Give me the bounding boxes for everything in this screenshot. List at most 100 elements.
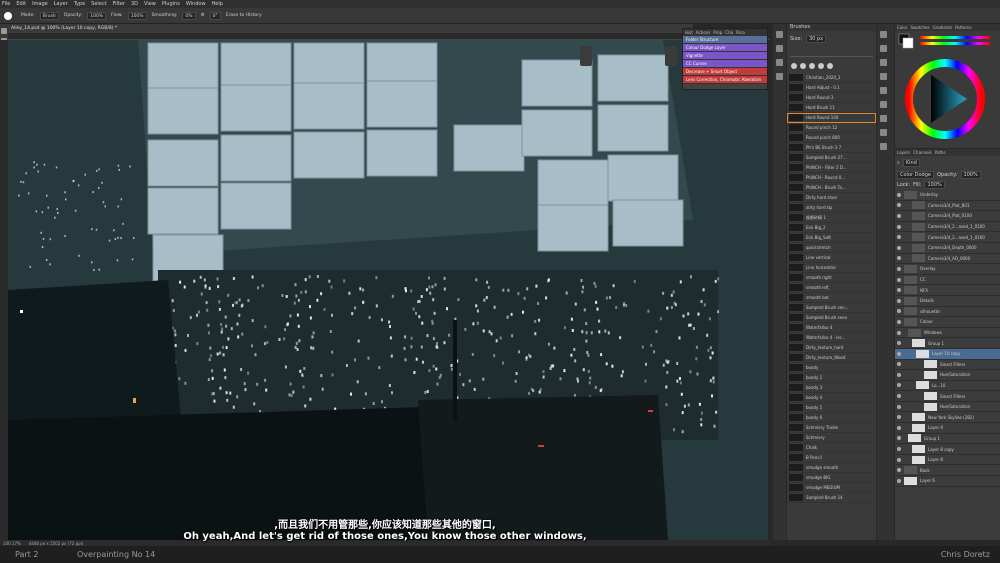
layer-opacity-field[interactable]: 100% xyxy=(960,171,981,179)
visibility-eye-icon[interactable] xyxy=(897,277,901,282)
layer-row[interactable]: Camera3/4_Plat_0100 xyxy=(895,211,1000,222)
menu-item-type[interactable]: Type xyxy=(74,1,85,7)
action-item[interactable]: Folder Structure xyxy=(683,36,767,44)
navigator-widget[interactable] xyxy=(665,46,677,66)
layer-row[interactable]: Smart Filters xyxy=(895,391,1000,402)
brush-preset-item[interactable]: PhiNCH - Round 0... xyxy=(787,173,876,183)
visibility-eye-icon[interactable] xyxy=(897,383,901,388)
menu-item-select[interactable]: Select xyxy=(91,1,106,7)
brush-preset-item[interactable]: Schmiery xyxy=(787,433,876,443)
brush-preset-item[interactable]: Schmiery Tradie xyxy=(787,423,876,433)
visibility-eye-icon[interactable] xyxy=(897,372,901,377)
navigator-widget[interactable] xyxy=(580,46,592,66)
brush-preset-item[interactable]: boody 6 xyxy=(787,413,876,423)
layer-row[interactable]: Layer 9 xyxy=(895,423,1000,434)
tab-hist[interactable]: Hist xyxy=(685,30,693,35)
tab-actions[interactable]: Actions xyxy=(696,30,711,35)
brush-preset-item[interactable]: Line vertical xyxy=(787,253,876,263)
visibility-eye-icon[interactable] xyxy=(897,224,901,229)
action-item[interactable]: Colour Dodge Layer xyxy=(683,44,767,52)
brush-preset-item[interactable]: Waterfallso 4 - ler... xyxy=(787,333,876,343)
menu-item-filter[interactable]: Filter xyxy=(113,1,125,7)
layer-filter-field[interactable]: Kind xyxy=(902,159,920,167)
brush-tip-icon[interactable] xyxy=(800,63,806,69)
layer-row[interactable]: Camera3/4_2...ased_1_0100 xyxy=(895,222,1000,233)
menu-item-3d[interactable]: 3D xyxy=(131,1,138,7)
brush-preset-item[interactable]: smudge BIG xyxy=(787,473,876,483)
brush-preset-item[interactable]: dirty hard tip xyxy=(787,203,876,213)
brush-preset-item[interactable]: Round pinch 800 xyxy=(787,133,876,143)
document-tab[interactable]: Alley_14.psd @ 100% (Layer 10 copy, RGB/… xyxy=(8,24,693,33)
action-item[interactable]: CC Curves xyxy=(683,60,767,68)
layer-row[interactable]: Overlay xyxy=(895,264,1000,275)
history-icon[interactable] xyxy=(776,45,783,52)
brush-preset-item[interactable]: Dirty hard shoe xyxy=(787,193,876,203)
tab-prop[interactable]: Prop xyxy=(713,30,722,35)
layer-row[interactable]: NFX xyxy=(895,285,1000,296)
layer-row[interactable]: Windows xyxy=(895,328,1000,339)
layer-row[interactable]: Details xyxy=(895,296,1000,307)
channels-icon[interactable] xyxy=(776,73,783,80)
tab-patterns[interactable]: Patterns xyxy=(955,25,971,30)
layer-row[interactable]: silhouette xyxy=(895,307,1000,318)
smoothing-field[interactable]: 0% xyxy=(182,11,196,20)
brush-preset-item[interactable]: smudge MEDIUM xyxy=(787,483,876,493)
brush-preset-item[interactable]: boody 3 xyxy=(787,383,876,393)
brush-preset-item[interactable]: Sampled Brush sen... xyxy=(787,303,876,313)
brush-preset-item[interactable]: quickstretch xyxy=(787,243,876,253)
visibility-eye-icon[interactable] xyxy=(897,245,901,250)
layer-row[interactable]: Group 1 xyxy=(895,338,1000,349)
brush-preset-item[interactable]: Hard Round 3 xyxy=(787,93,876,103)
brush-preset-item[interactable]: Sampled Brush 27... xyxy=(787,153,876,163)
menu-item-window[interactable]: Window xyxy=(186,1,206,7)
erase-to-history-checkbox[interactable]: Erase to History xyxy=(226,13,262,18)
layer-row[interactable]: Hue/Saturation xyxy=(895,402,1000,413)
flow-field[interactable]: 100% xyxy=(127,11,147,20)
visibility-eye-icon[interactable] xyxy=(897,362,901,367)
brush-preset-item[interactable]: boody 4 xyxy=(787,393,876,403)
brush-preset-item[interactable]: smooth left xyxy=(787,283,876,293)
brush-tip-icon[interactable] xyxy=(827,63,833,69)
layer-row[interactable]: Back xyxy=(895,465,1000,477)
layer-fill-field[interactable]: 100% xyxy=(924,181,945,189)
brush-preset-item[interactable]: PhiNCH - Brush Ta... xyxy=(787,183,876,193)
brush-preset-item[interactable]: Christian_2020_2 xyxy=(787,73,876,83)
layer-row[interactable]: Camera3/4_Depth_0000 xyxy=(895,243,1000,254)
visibility-eye-icon[interactable] xyxy=(897,478,901,483)
layer-row[interactable]: Smart Filters xyxy=(895,360,1000,371)
brush-tip-icon[interactable] xyxy=(791,63,797,69)
tab-swatches[interactable]: Swatches xyxy=(910,25,929,30)
pen-icon[interactable] xyxy=(880,115,887,122)
tab-color[interactable]: Color xyxy=(897,25,907,30)
action-item[interactable]: Vignette xyxy=(683,52,767,60)
layer-row[interactable]: Layer 8 xyxy=(895,455,1000,466)
brush-tip-icon[interactable] xyxy=(818,63,824,69)
brush-size-field[interactable]: 30 px xyxy=(805,35,827,43)
brush-preset-item[interactable]: boody 2 xyxy=(787,373,876,383)
properties-icon[interactable] xyxy=(776,59,783,66)
layer-row[interactable]: Layer 6 xyxy=(895,476,1000,487)
visibility-eye-icon[interactable] xyxy=(897,298,901,303)
visibility-eye-icon[interactable] xyxy=(897,319,901,324)
hand-icon[interactable] xyxy=(880,45,887,52)
brush-size-slider[interactable] xyxy=(790,49,873,57)
menu-item-layer[interactable]: Layer xyxy=(54,1,68,7)
brush-icon[interactable] xyxy=(880,59,887,66)
visibility-eye-icon[interactable] xyxy=(897,436,901,441)
brush-preset-item[interactable]: boody xyxy=(787,363,876,373)
mode-select[interactable]: Brush xyxy=(39,11,59,20)
brush-preset-item[interactable]: 偷孵砂精 1 xyxy=(787,213,876,223)
brush-preset-item[interactable]: Waterfallso 4 xyxy=(787,323,876,333)
visibility-eye-icon[interactable] xyxy=(897,468,901,473)
layer-row[interactable]: Colour xyxy=(895,317,1000,328)
opacity-field[interactable]: 100% xyxy=(87,11,107,20)
zoom-icon[interactable] xyxy=(880,31,887,38)
layer-row[interactable]: Group 1 xyxy=(895,434,1000,445)
visibility-eye-icon[interactable] xyxy=(897,266,901,271)
layer-row[interactable]: New York Skyline (282) xyxy=(895,412,1000,424)
brush-preset-item[interactable]: B Pencil xyxy=(787,453,876,463)
layer-row[interactable]: Lo...10 xyxy=(895,381,1000,392)
brush-preset-item[interactable]: Hard Round 100 xyxy=(787,113,876,123)
brush-preset-icon[interactable] xyxy=(4,11,12,20)
type-icon[interactable] xyxy=(880,101,887,108)
